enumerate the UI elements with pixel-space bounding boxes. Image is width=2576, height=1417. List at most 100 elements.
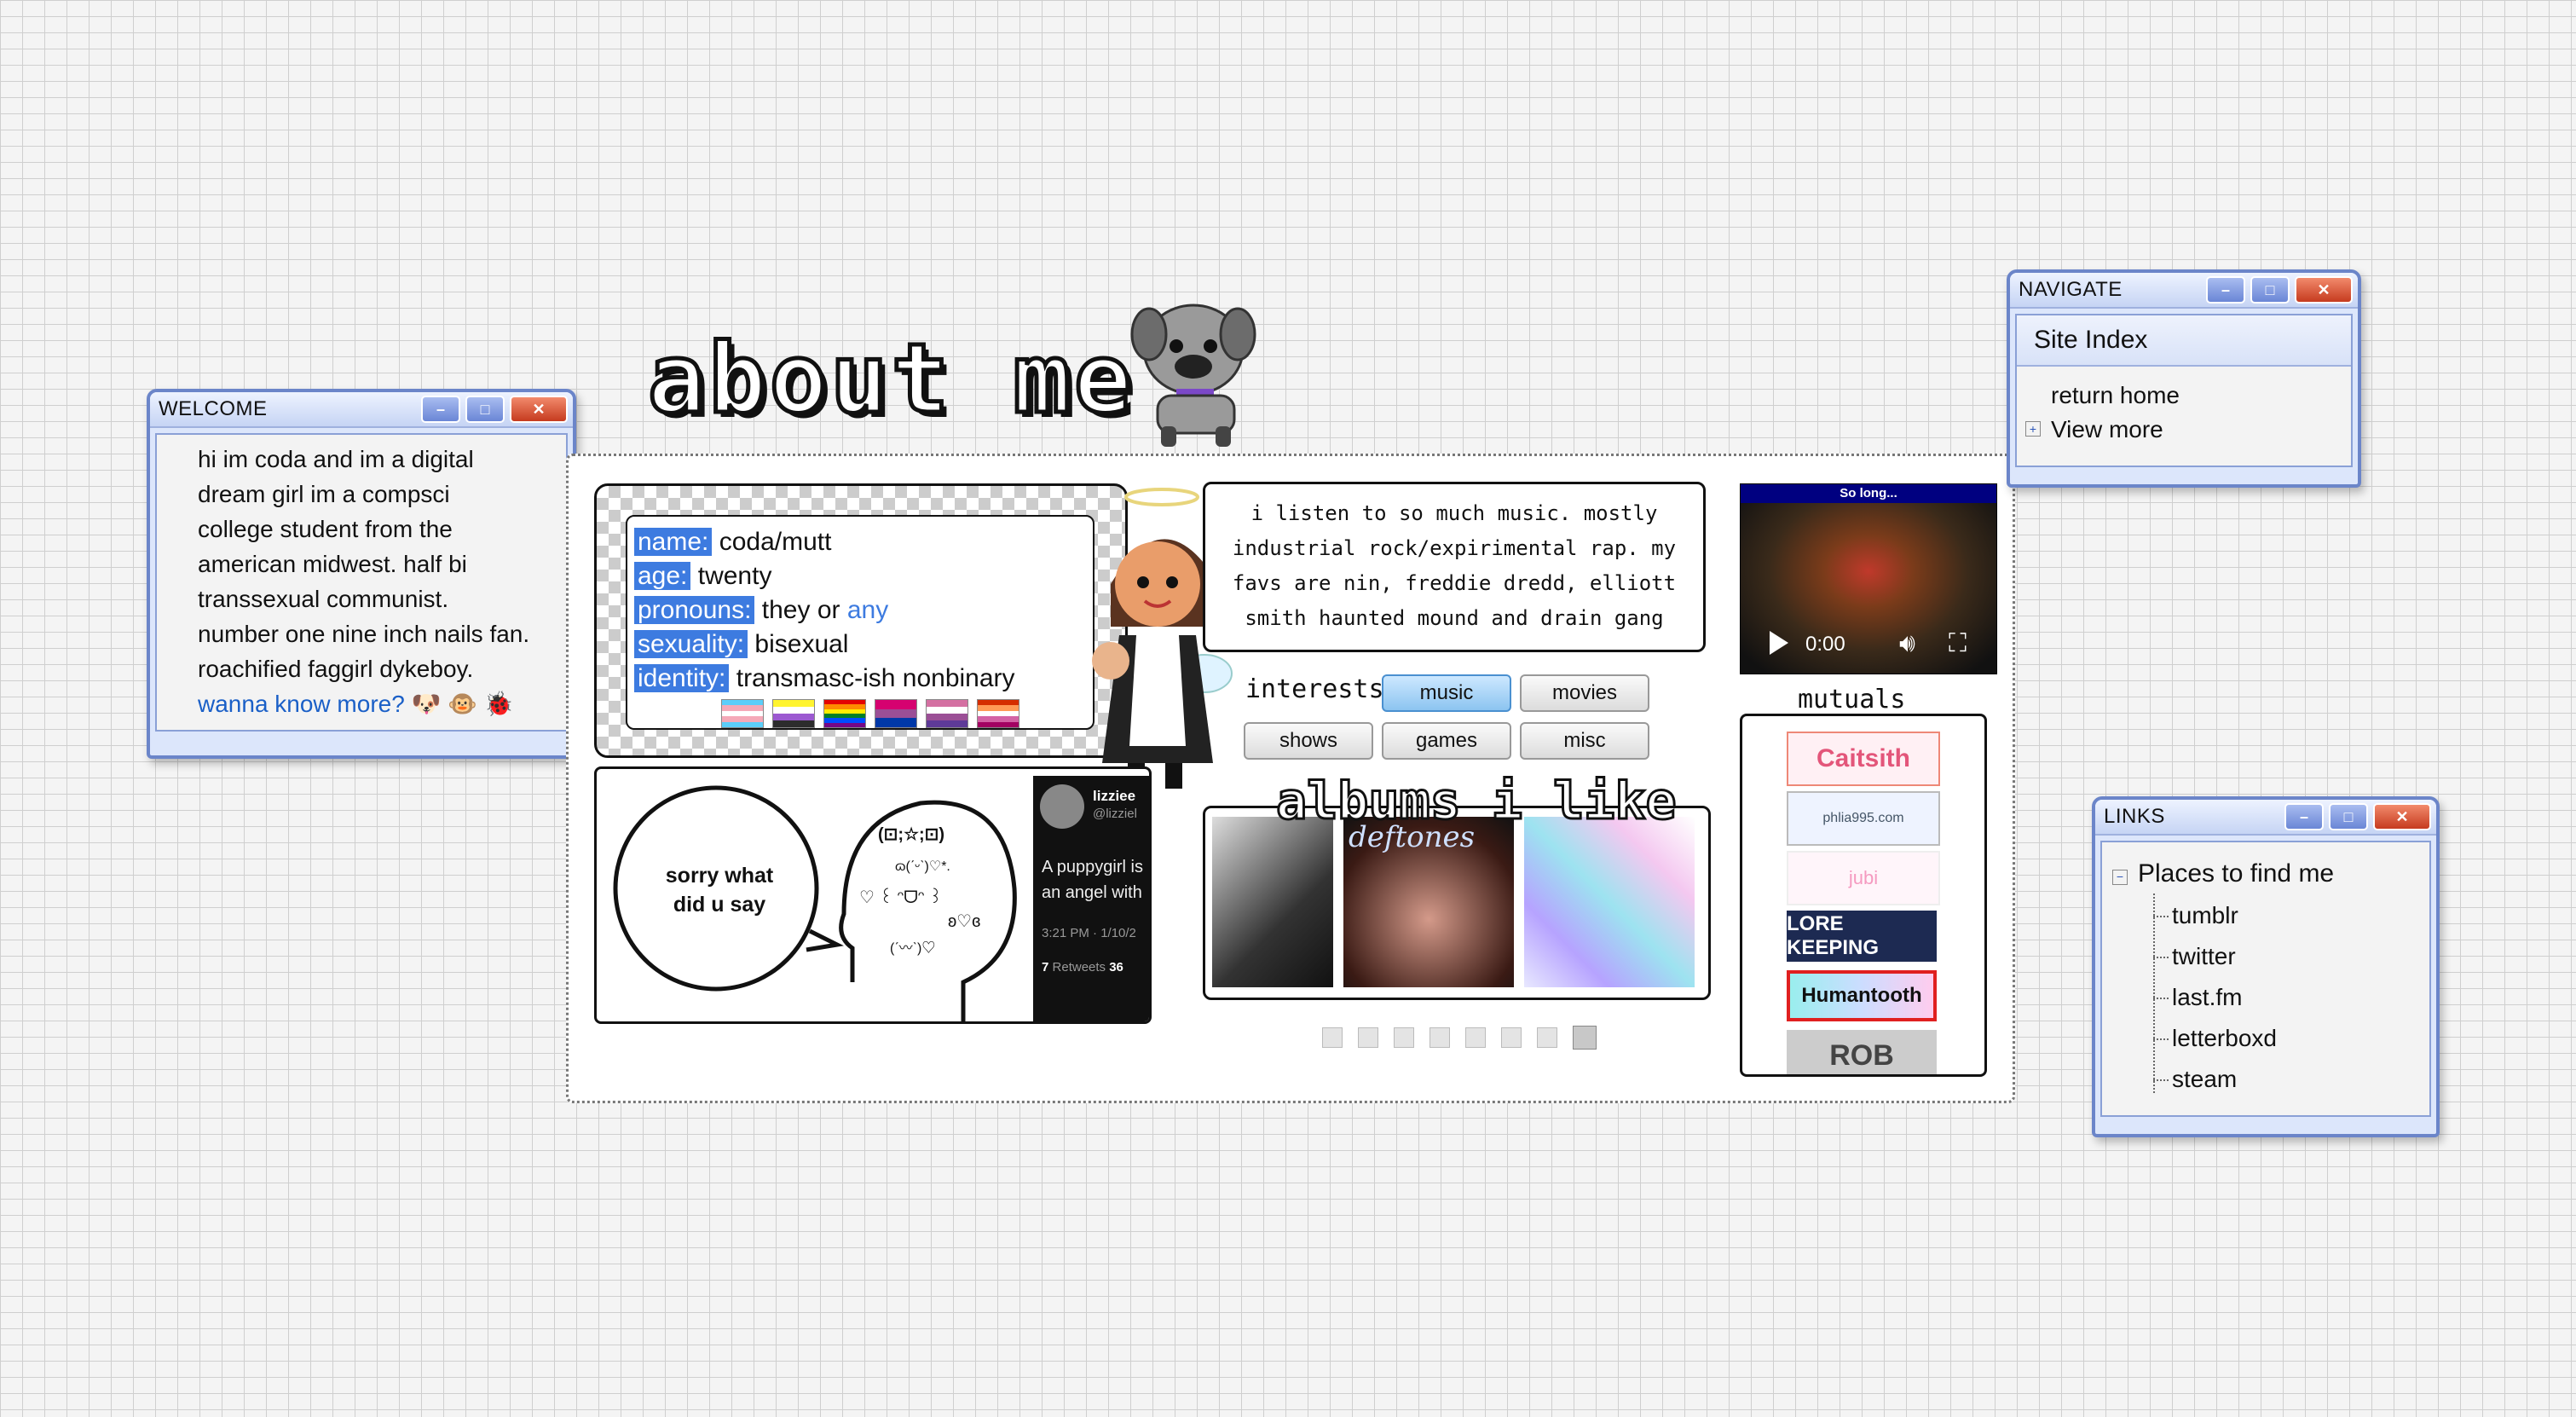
carousel-dot[interactable] bbox=[1322, 1027, 1343, 1048]
pride-flag-3 bbox=[823, 699, 866, 728]
pronouns-any-link[interactable]: any bbox=[847, 596, 888, 624]
close-icon[interactable]: ✕ bbox=[2295, 276, 2353, 304]
navigate-window: NAVIGATE – □ ✕ Site Index return home + … bbox=[2007, 269, 2361, 488]
dog-icon: 🐶 bbox=[411, 691, 442, 717]
video-time: 0:00 bbox=[1805, 633, 1845, 656]
name-label: name: bbox=[634, 528, 713, 556]
volume-icon[interactable]: 🔊︎ bbox=[1899, 629, 1915, 658]
tweet-handle: @lizziel bbox=[1093, 807, 1137, 821]
mutual-button-rob[interactable]: ROB bbox=[1787, 1030, 1937, 1074]
pride-flag-2 bbox=[772, 699, 815, 728]
welcome-line: american midwest. half bi bbox=[198, 551, 467, 577]
identity-label: identity: bbox=[634, 664, 730, 692]
tree-connector bbox=[2153, 1038, 2169, 1040]
albums-card: deftones bbox=[1203, 806, 1711, 1000]
interests-label: interests: bbox=[1245, 674, 1400, 704]
tweet-embed: lizziee @lizziel A puppygirl is an angel… bbox=[1033, 776, 1149, 1021]
interest-button-misc[interactable]: misc bbox=[1520, 722, 1649, 760]
mutual-button-phlia[interactable]: phlia995.com bbox=[1787, 791, 1940, 846]
carousel-dot[interactable] bbox=[1501, 1027, 1522, 1048]
video-player[interactable]: So long... 0:00 🔊︎ ⛶ bbox=[1740, 483, 1997, 674]
links-titlebar[interactable]: LINKS – □ ✕ bbox=[2095, 800, 2436, 836]
navigate-titlebar[interactable]: NAVIGATE – □ ✕ bbox=[2010, 273, 2358, 309]
mutuals-heading: mutuals bbox=[1798, 685, 1906, 714]
link-letterboxd[interactable]: letterboxd bbox=[2172, 1025, 2277, 1052]
bug-icon: 🐞 bbox=[483, 691, 514, 717]
tweet-time: 3:21 PM · 1/10/2 bbox=[1042, 926, 1136, 940]
pronouns-value: they or bbox=[761, 596, 847, 624]
speech-bubble-text: sorry what did u say bbox=[665, 864, 774, 917]
collapse-icon[interactable]: − bbox=[2112, 870, 2128, 885]
minimize-icon[interactable]: – bbox=[421, 396, 460, 423]
pride-flag-6 bbox=[977, 699, 1019, 728]
tree-connector bbox=[2153, 957, 2169, 958]
minimize-icon[interactable]: – bbox=[2284, 803, 2324, 830]
profile-row-name: name: coda/mutt bbox=[634, 525, 1084, 559]
tweet-rt-label: Retweets bbox=[1052, 960, 1106, 975]
minimize-icon[interactable]: – bbox=[2206, 276, 2245, 304]
links-title: LINKS bbox=[2104, 805, 2165, 828]
close-icon[interactable]: ✕ bbox=[2373, 803, 2431, 830]
mutual-button-jubi[interactable]: jubi bbox=[1787, 851, 1940, 905]
carousel-dot[interactable] bbox=[1465, 1027, 1486, 1048]
album-cover-1[interactable] bbox=[1212, 817, 1333, 987]
maximize-icon[interactable]: □ bbox=[2250, 276, 2290, 304]
welcome-titlebar[interactable]: WELCOME – □ ✕ bbox=[150, 392, 573, 428]
age-label: age: bbox=[634, 562, 691, 590]
maximize-icon[interactable]: □ bbox=[2329, 803, 2368, 830]
welcome-link-row: wanna know more? 🐶 🐵 🐞 bbox=[198, 686, 566, 721]
carousel-dot[interactable] bbox=[1394, 1027, 1414, 1048]
welcome-title: WELCOME bbox=[159, 397, 268, 420]
tweet-rt-count: 7 bbox=[1042, 960, 1049, 975]
interest-button-movies[interactable]: movies bbox=[1520, 674, 1649, 712]
tree-connector bbox=[2153, 916, 2169, 917]
sexuality-label: sexuality: bbox=[634, 630, 748, 658]
link-steam[interactable]: steam bbox=[2172, 1066, 2237, 1093]
tweet-text: A puppygirl is an angel with bbox=[1042, 858, 1143, 902]
mutual-button-lore-keeping[interactable]: LORE KEEPING bbox=[1787, 911, 1937, 962]
tweet-stats: 7 Retweets 36 bbox=[1042, 960, 1123, 975]
album-cover-3[interactable] bbox=[1524, 817, 1695, 987]
welcome-window: WELCOME – □ ✕ hi im coda and im a digita… bbox=[147, 389, 576, 759]
interest-button-games[interactable]: games bbox=[1382, 722, 1511, 760]
pride-flag-5 bbox=[926, 699, 968, 728]
return-home-link[interactable]: return home bbox=[2051, 382, 2180, 409]
interest-button-shows[interactable]: shows bbox=[1244, 722, 1373, 760]
carousel-dot-active[interactable] bbox=[1573, 1026, 1597, 1050]
mutuals-card: Caitsith phlia995.com jubi LORE KEEPING … bbox=[1740, 714, 1987, 1077]
links-tree-root: Places to find me bbox=[2138, 859, 2335, 888]
welcome-line: transsexual communist. bbox=[198, 586, 449, 612]
carousel-dot[interactable] bbox=[1430, 1027, 1450, 1048]
album-cover-deftones[interactable]: deftones bbox=[1343, 817, 1514, 987]
play-icon[interactable] bbox=[1770, 631, 1788, 655]
view-more-link[interactable]: View more bbox=[2051, 416, 2163, 443]
profile-card: name: coda/mutt age: twenty pronouns: th… bbox=[594, 483, 1128, 758]
fullscreen-icon[interactable]: ⛶ bbox=[1949, 629, 1967, 658]
link-twitter[interactable]: twitter bbox=[2172, 943, 2236, 970]
kaomoji-4: ʚ♡ɞ bbox=[948, 912, 981, 931]
welcome-line: college student from the bbox=[198, 516, 453, 542]
carousel-dot[interactable] bbox=[1358, 1027, 1378, 1048]
link-tumblr[interactable]: tumblr bbox=[2172, 902, 2238, 929]
interest-button-music[interactable]: music bbox=[1382, 674, 1511, 712]
page-title: about me bbox=[645, 322, 1135, 437]
navigate-body: Site Index return home + View more bbox=[2015, 314, 2353, 467]
profile-row-identity: identity: transmasc-ish nonbinary bbox=[634, 662, 1084, 696]
mutual-button-caitsith[interactable]: Caitsith bbox=[1787, 732, 1940, 786]
kaomoji-3: ♡ ꒰ ᵔᗜᵔ ꒱ bbox=[859, 888, 943, 907]
kaomoji-2: ɷ(ˊᵕˋ)♡*. bbox=[895, 859, 950, 874]
carousel-dot[interactable] bbox=[1537, 1027, 1557, 1048]
mutual-button-humantooth[interactable]: Humantooth bbox=[1787, 970, 1937, 1021]
link-lastfm[interactable]: last.fm bbox=[2172, 984, 2242, 1011]
pronouns-label: pronouns: bbox=[634, 596, 755, 624]
close-icon[interactable]: ✕ bbox=[510, 396, 568, 423]
profile-row-pronouns: pronouns: they or any bbox=[634, 593, 1084, 628]
tree-connector bbox=[2153, 894, 2155, 1093]
meme-card: sorry what did u say (⊡;☆;⊡) ɷ(ˊᵕˋ)♡*. ♡… bbox=[594, 766, 1152, 1024]
tweet-name: lizziee bbox=[1093, 788, 1136, 804]
expand-icon[interactable]: + bbox=[2025, 421, 2041, 437]
video-titlebar: So long... bbox=[1741, 484, 1996, 503]
wanna-know-more-link[interactable]: wanna know more? bbox=[198, 691, 405, 717]
maximize-icon[interactable]: □ bbox=[465, 396, 505, 423]
links-window: LINKS – □ ✕ − Places to find me tumblr t… bbox=[2092, 796, 2440, 1137]
